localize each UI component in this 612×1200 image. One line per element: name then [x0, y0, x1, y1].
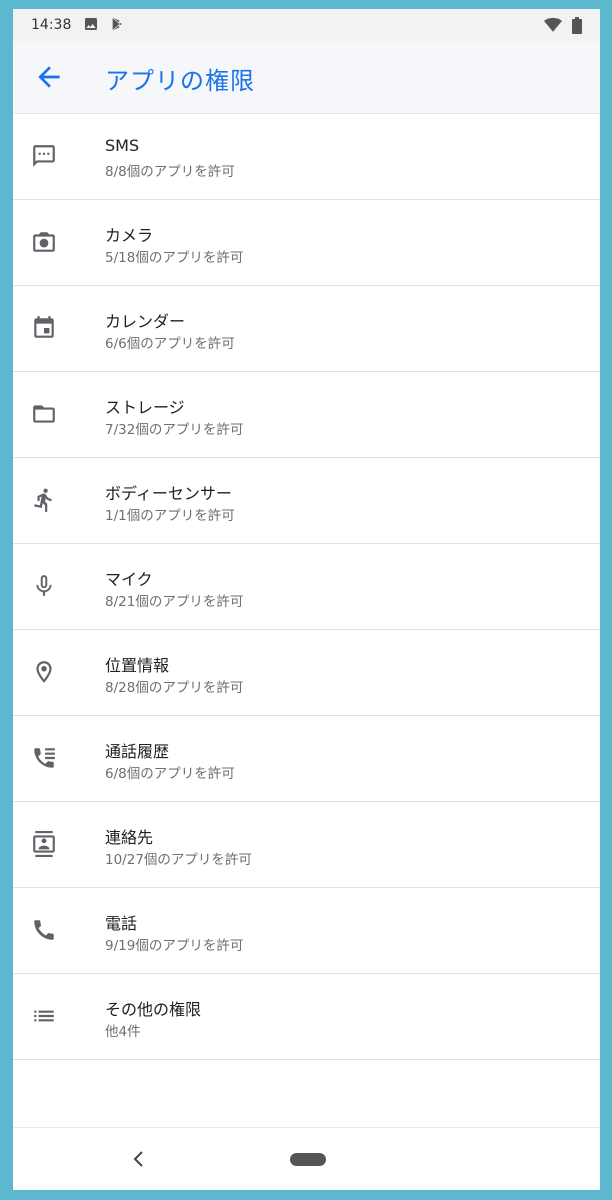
play-store-icon — [110, 16, 126, 36]
permission-detail: 9/19個のアプリを許可 — [105, 938, 244, 954]
permission-detail: 8/8個のアプリを許可 — [105, 164, 235, 180]
home-pill-icon[interactable] — [290, 1153, 326, 1166]
permission-list: SMS 8/8個のアプリを許可 カメラ 5/18個のアプリを許可 カレンダー 6… — [13, 114, 600, 1060]
permission-detail: 他4件 — [105, 1024, 141, 1040]
permission-item-body-sensors[interactable]: ボディーセンサー 1/1個のアプリを許可 — [13, 458, 600, 544]
permission-label: 通話履歴 — [105, 742, 170, 761]
battery-icon — [572, 17, 582, 38]
permission-label: カレンダー — [105, 312, 186, 331]
permission-item-location[interactable]: 位置情報 8/28個のアプリを許可 — [13, 630, 600, 716]
contacts-icon — [31, 831, 57, 857]
arrow-back-icon[interactable] — [33, 61, 65, 93]
permission-detail: 10/27個のアプリを許可 — [105, 852, 252, 868]
phone-screen: 14:38 アプリの権限 SMS 8/8個のアプリを許可 カメラ 5/18個のア… — [13, 9, 600, 1190]
nav-back-icon[interactable] — [129, 1148, 149, 1170]
permission-label: ボディーセンサー — [105, 484, 232, 503]
permission-item-contacts[interactable]: 連絡先 10/27個のアプリを許可 — [13, 802, 600, 888]
permission-label: カメラ — [105, 226, 154, 245]
sms-icon — [31, 143, 57, 169]
permission-label: 電話 — [105, 914, 138, 933]
permission-item-camera[interactable]: カメラ 5/18個のアプリを許可 — [13, 200, 600, 286]
call-log-icon — [31, 745, 57, 771]
permission-label: その他の権限 — [105, 1000, 202, 1019]
permission-detail: 6/6個のアプリを許可 — [105, 336, 235, 352]
permission-label: SMS — [105, 136, 140, 155]
permission-detail: 8/28個のアプリを許可 — [105, 680, 244, 696]
permission-item-calendar[interactable]: カレンダー 6/6個のアプリを許可 — [13, 286, 600, 372]
permission-item-sms[interactable]: SMS 8/8個のアプリを許可 — [13, 114, 600, 200]
permission-detail: 7/32個のアプリを許可 — [105, 422, 244, 438]
microphone-icon — [31, 573, 57, 599]
calendar-icon — [31, 315, 57, 341]
permission-label: 連絡先 — [105, 828, 154, 847]
phone-icon — [31, 917, 57, 943]
permission-item-call-log[interactable]: 通話履歴 6/8個のアプリを許可 — [13, 716, 600, 802]
page-title: アプリの権限 — [105, 67, 255, 95]
permission-label: 位置情報 — [105, 656, 170, 675]
status-time: 14:38 — [31, 17, 72, 33]
permission-detail: 1/1個のアプリを許可 — [105, 508, 235, 524]
permission-label: マイク — [105, 570, 153, 589]
navigation-bar — [13, 1127, 600, 1190]
permission-label: ストレージ — [105, 398, 185, 417]
permission-detail: 5/18個のアプリを許可 — [105, 250, 244, 266]
permission-item-storage[interactable]: ストレージ 7/32個のアプリを許可 — [13, 372, 600, 458]
image-icon — [83, 16, 99, 36]
folder-icon — [31, 401, 57, 427]
permission-detail: 8/21個のアプリを許可 — [105, 594, 244, 610]
permission-item-microphone[interactable]: マイク 8/21個のアプリを許可 — [13, 544, 600, 630]
permission-detail: 6/8個のアプリを許可 — [105, 766, 235, 782]
permission-item-other[interactable]: その他の権限 他4件 — [13, 974, 600, 1060]
permission-item-phone[interactable]: 電話 9/19個のアプリを許可 — [13, 888, 600, 974]
camera-icon — [31, 229, 57, 255]
location-icon — [31, 659, 57, 685]
app-bar: アプリの権限 — [13, 41, 600, 114]
list-icon — [31, 1003, 57, 1029]
wifi-icon — [544, 17, 562, 37]
status-bar: 14:38 — [13, 9, 600, 41]
body-sensor-icon — [31, 487, 57, 513]
